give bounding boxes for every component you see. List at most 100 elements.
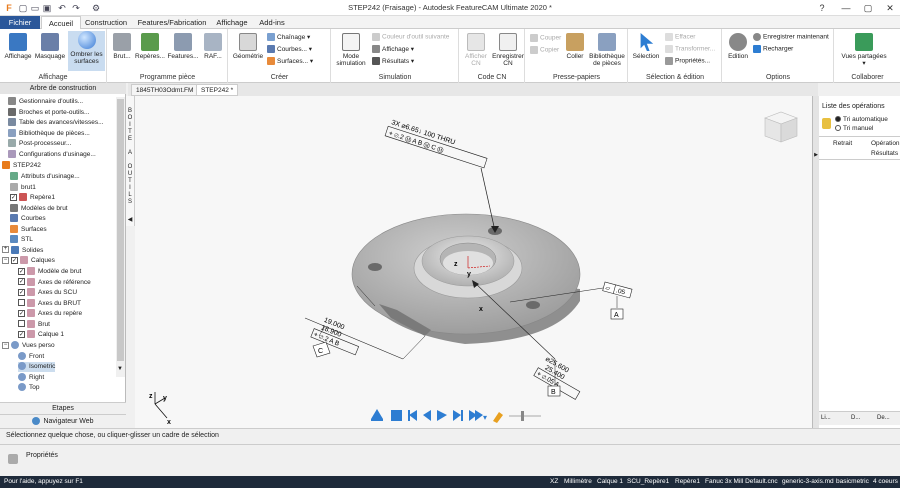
boite-a-outils-toolbar[interactable]: BOITE A OUTILS ◀: [126, 96, 135, 226]
recharger-button[interactable]: Recharger: [753, 45, 793, 53]
md-indicator[interactable]: generic-3-axis.md: [782, 476, 834, 488]
ucs-indicator[interactable]: SCU_Repère1: [627, 476, 669, 488]
tree-item-gestionnaire[interactable]: Gestionnaire d'outils...: [8, 97, 83, 107]
help-icon[interactable]: ?: [810, 0, 834, 16]
tree-item-isometric[interactable]: Isometric: [18, 362, 56, 372]
col-resultats[interactable]: Résultats: [871, 150, 898, 157]
surfaces-button[interactable]: Surfaces... ▾: [267, 57, 313, 66]
units-indicator[interactable]: Millimètre: [564, 476, 592, 488]
close-button[interactable]: ✕: [878, 0, 900, 16]
courbes-button[interactable]: Courbes... ▾: [267, 45, 312, 54]
radio-unselected-icon[interactable]: [835, 125, 841, 132]
plane-indicator[interactable]: XZ: [550, 476, 558, 488]
expand-icon[interactable]: +: [2, 246, 9, 254]
collapse-icon[interactable]: −: [2, 256, 9, 264]
post-indicator[interactable]: Fanuc 3x Mill Default.cnc: [705, 476, 778, 488]
tree-item-table-avances[interactable]: Table des avances/vitesses...: [8, 118, 104, 128]
cores-indicator[interactable]: 4 coeurs: [873, 476, 898, 488]
tree-item-modeles-brut[interactable]: Modèles de brut: [10, 203, 68, 214]
bibliotheque-pieces-button[interactable]: Bibliothèque de pièces: [587, 33, 627, 67]
step-back-icon[interactable]: [409, 410, 417, 421]
doc-tab-1[interactable]: 1845TH03Odmt.FM: [131, 84, 199, 96]
chainage-button[interactable]: Chaînage ▾: [267, 33, 310, 42]
effacer-button[interactable]: Effacer: [665, 33, 695, 41]
tree-item-axes-scu[interactable]: ✓ Axes du SCU: [18, 288, 77, 298]
fast-forward-icon[interactable]: [475, 410, 483, 421]
radio-tri-manuel[interactable]: Tri manuel: [835, 125, 873, 132]
doc-tab-2[interactable]: STEP242 *: [196, 84, 239, 96]
checkbox[interactable]: ✓: [18, 330, 25, 338]
panel-tab-list[interactable]: Li...: [821, 415, 831, 421]
tooling-indicator[interactable]: basicmetric: [836, 476, 869, 488]
tree-item-right[interactable]: Right: [18, 372, 44, 383]
afficher-cn-button[interactable]: Afficher CN: [461, 33, 491, 67]
features-button[interactable]: Features...: [167, 33, 199, 60]
maximize-button[interactable]: ▢: [856, 0, 880, 16]
tree-item-stl[interactable]: STL: [10, 235, 33, 245]
checkbox[interactable]: ✓: [18, 309, 25, 317]
selection-button[interactable]: Sélection: [631, 33, 661, 60]
proprietes-button[interactable]: Propriétés...: [665, 57, 710, 65]
raf-button[interactable]: RAF...: [201, 33, 225, 60]
transformer-button[interactable]: Transformer...: [665, 45, 715, 53]
tree-item-solides[interactable]: + Solides: [2, 245, 43, 256]
expand-left-icon[interactable]: ▶: [813, 152, 819, 160]
tree-item-front[interactable]: Front: [18, 351, 44, 362]
enregistrer-maintenant-button[interactable]: Enregistrer maintenant: [753, 33, 829, 41]
panel-tab-d[interactable]: D...: [851, 415, 860, 421]
3d-viewport[interactable]: z y x 3X ⌀6.65↓ 100 THRU ⌖ ⌀.2 Ⓜ A B Ⓜ C…: [135, 96, 812, 428]
tree-item-top[interactable]: Top: [18, 383, 39, 393]
tree-item-courbes[interactable]: Courbes: [10, 214, 46, 224]
tree-item-configurations[interactable]: Configurations d'usinage...: [8, 149, 96, 160]
affichage-button[interactable]: Affichage: [3, 33, 33, 60]
tree-item-calques[interactable]: − ✓ Calques: [2, 256, 55, 266]
col-retrait[interactable]: Retrait: [833, 140, 852, 147]
tree-item-step242[interactable]: STEP242: [2, 161, 41, 171]
scroll-down-icon[interactable]: ▼: [117, 366, 123, 372]
tree-item-axes-brut[interactable]: Axes du BRUT: [18, 298, 81, 309]
tree-item-brut1[interactable]: brut1: [10, 182, 36, 193]
tree-item-axes-repere[interactable]: ✓ Axes du repère: [18, 309, 82, 319]
col-operation[interactable]: Opération: [871, 140, 900, 147]
masquage-button[interactable]: Masquage: [34, 33, 66, 60]
tree-item-attributs[interactable]: Attributs d'usinage...: [10, 172, 80, 182]
lock-icon[interactable]: [822, 118, 831, 129]
setup-indicator[interactable]: Repère1: [675, 476, 700, 488]
panel-tab-de[interactable]: De...: [877, 415, 890, 421]
checkbox[interactable]: [18, 320, 25, 328]
affichage-sim-button[interactable]: Affichage ▾: [372, 45, 414, 54]
checkbox[interactable]: [18, 299, 25, 307]
step-forward-icon[interactable]: [453, 410, 461, 421]
tree-item-postprocesseur[interactable]: Post-processeur...: [8, 139, 71, 149]
radio-tri-auto[interactable]: Tri automatique: [835, 116, 888, 123]
tree-scrollbar[interactable]: [116, 97, 125, 377]
tree-item-modele-brut[interactable]: ✓ Modèle de brut: [18, 267, 81, 277]
tab-features-fabrication[interactable]: Features/Fabrication: [136, 16, 208, 29]
tab-add-ins[interactable]: Add-ins: [255, 16, 289, 29]
brut-button[interactable]: Brut...: [110, 33, 134, 60]
resultats-button[interactable]: Résultats ▾: [372, 57, 414, 66]
rewind-icon[interactable]: [423, 410, 431, 421]
scrollbar-thumb[interactable]: [117, 99, 124, 361]
collapse-icon[interactable]: −: [2, 341, 9, 349]
play-icon[interactable]: [437, 410, 447, 421]
tab-accueil[interactable]: Accueil: [41, 16, 81, 29]
couleur-outil-button[interactable]: Couleur d'outil suivante: [372, 33, 449, 41]
minimize-button[interactable]: —: [834, 0, 858, 16]
radio-selected-icon[interactable]: [835, 116, 841, 123]
ombrer-button[interactable]: Ombrer les surfaces: [68, 31, 105, 71]
checkbox[interactable]: ✓: [10, 193, 17, 201]
tree-item-bibliotheque[interactable]: Bibliothèque de pièces...: [8, 128, 90, 139]
tree-item-vues-perso[interactable]: − Vues perso: [2, 341, 55, 351]
tree-item-broches[interactable]: Broches et porte-outils...: [8, 107, 89, 118]
copier-button[interactable]: Copier: [530, 46, 559, 54]
reperes-button[interactable]: Repères...: [135, 33, 165, 60]
checkbox[interactable]: ✓: [11, 256, 18, 264]
tab-fichier[interactable]: Fichier: [0, 16, 40, 29]
etapes-tab[interactable]: Etapes: [0, 402, 126, 414]
checkbox[interactable]: ✓: [18, 267, 25, 275]
geometrie-button[interactable]: Géométrie: [231, 33, 265, 60]
vues-partagees-button[interactable]: Vues partagées ▾: [839, 33, 889, 67]
tree-item-brut[interactable]: Brut: [18, 319, 50, 330]
layer-indicator[interactable]: Calque 1: [597, 476, 623, 488]
